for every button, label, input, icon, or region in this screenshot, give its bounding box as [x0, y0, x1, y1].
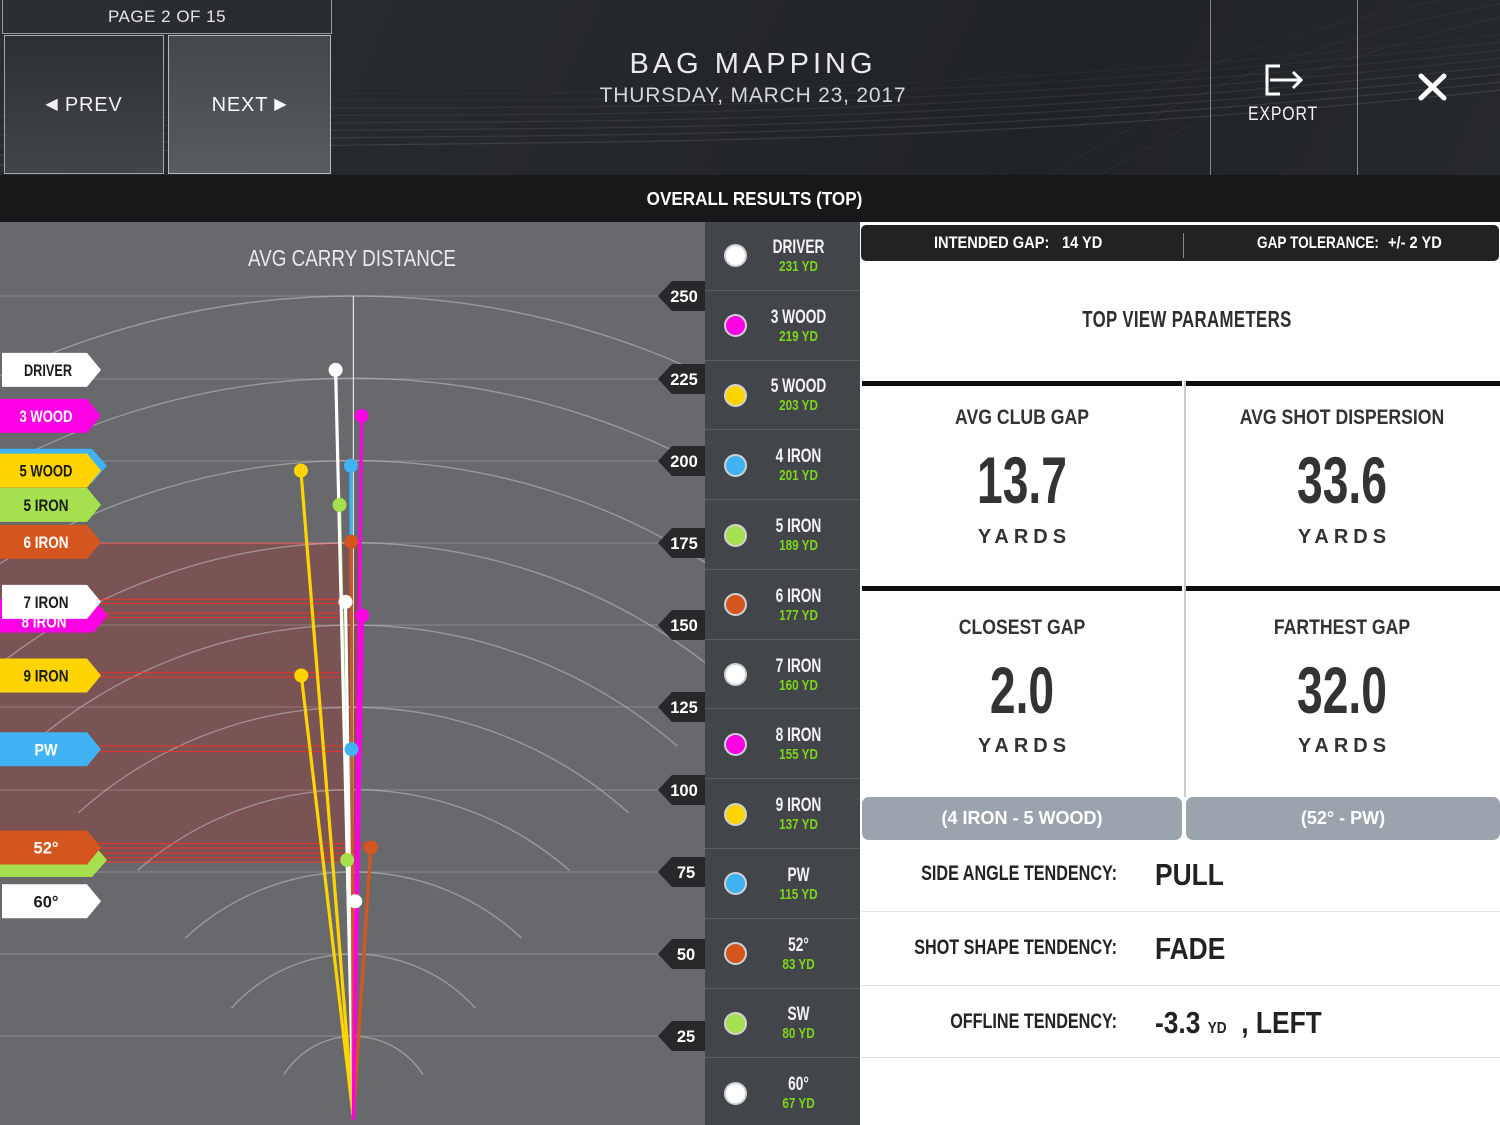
- svg-text:100: 100: [670, 782, 698, 800]
- svg-text:50: 50: [677, 946, 695, 964]
- svg-text:75: 75: [677, 864, 695, 882]
- svg-text:125: 125: [670, 699, 698, 717]
- svg-text:225: 225: [670, 371, 698, 389]
- svg-text:250: 250: [670, 288, 698, 306]
- svg-text:6 IRON: 6 IRON: [24, 534, 69, 552]
- svg-text:60°: 60°: [34, 893, 59, 911]
- svg-text:200: 200: [670, 453, 698, 471]
- svg-text:25: 25: [677, 1028, 695, 1046]
- svg-text:PW: PW: [35, 741, 58, 759]
- svg-text:5 IRON: 5 IRON: [24, 497, 69, 515]
- svg-text:AVG CARRY DISTANCE: AVG CARRY DISTANCE: [248, 245, 456, 271]
- svg-text:DRIVER: DRIVER: [24, 362, 72, 380]
- svg-text:5 WOOD: 5 WOOD: [20, 463, 73, 481]
- svg-text:9 IRON: 9 IRON: [24, 668, 69, 686]
- svg-text:150: 150: [670, 617, 698, 635]
- svg-text:175: 175: [670, 535, 698, 553]
- svg-text:52°: 52°: [34, 840, 59, 858]
- svg-text:3 WOOD: 3 WOOD: [20, 408, 73, 426]
- svg-text:EXPORT: EXPORT: [1248, 104, 1318, 125]
- svg-text:7 IRON: 7 IRON: [24, 594, 69, 612]
